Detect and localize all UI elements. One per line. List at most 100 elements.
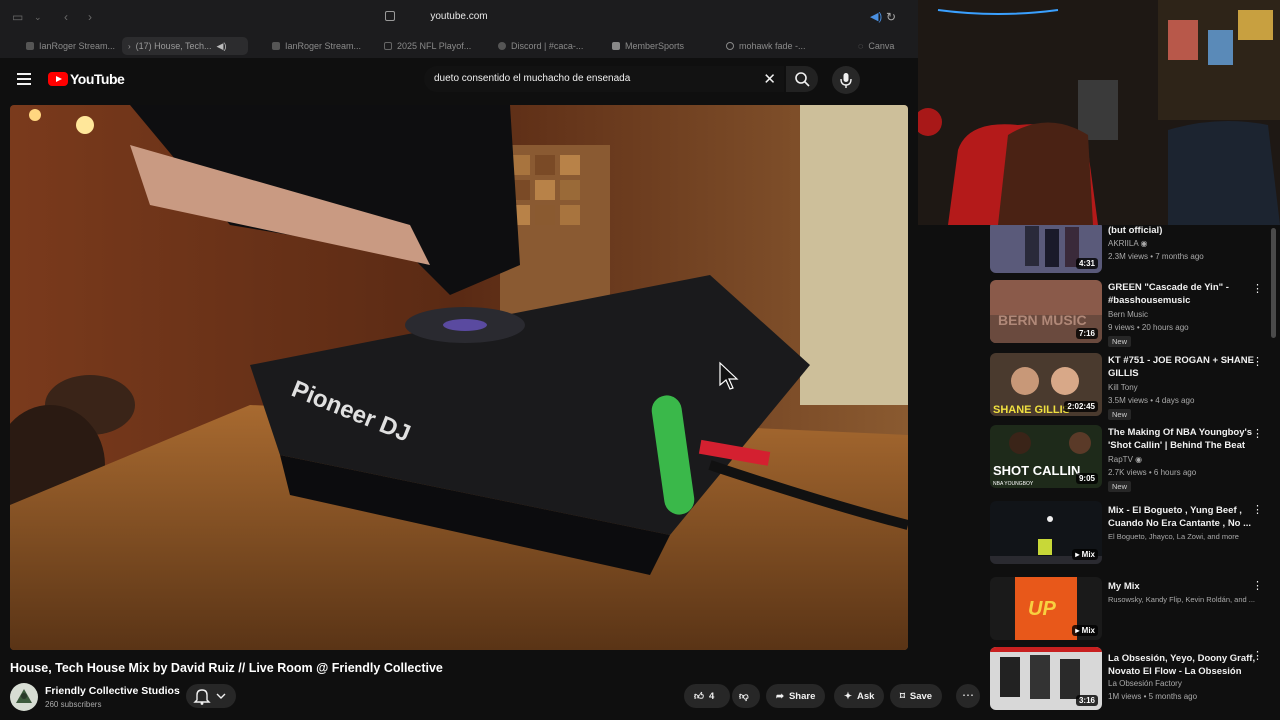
tab-mohawk[interactable]: mohawk fade -... <box>720 37 820 55</box>
tab-ianroger-1[interactable]: IanRoger Stream... <box>20 37 116 55</box>
recommendation-channel[interactable]: RapTV ◉ <box>1108 455 1258 464</box>
recommendation-channel[interactable]: AKRIILA ◉ <box>1108 239 1258 248</box>
tab-house-tech[interactable]: › (17) House, Tech... ◀) <box>122 37 248 55</box>
recommendation-title[interactable]: KT #751 - JOE ROGAN + SHANE GILLIS <box>1108 354 1258 380</box>
search-icon <box>795 72 810 87</box>
recommendation-item[interactable]: 3:16 La Obsesión, Yeyo, Doony Graff, Nov… <box>990 647 1275 713</box>
youtube-header: YouTube dueto consentido el muchacho de … <box>0 58 918 102</box>
back-arrow-icon[interactable]: ‹ <box>64 10 68 24</box>
tab-label: 2025 NFL Playof... <box>397 41 472 51</box>
recommendation-channel[interactable]: El Bogueto, Jhayco, La Zowi, and more <box>1108 532 1258 541</box>
recommendation-item[interactable]: ▸ Mix Mix - El Bogueto , Yung Beef , Cua… <box>990 501 1275 571</box>
tab-nfl[interactable]: 2025 NFL Playof... <box>378 37 478 55</box>
recommendation-title[interactable]: Mix - El Bogueto , Yung Beef , Cuando No… <box>1108 504 1258 530</box>
kick-favicon-icon <box>26 42 34 50</box>
recommendation-title[interactable]: (but official) <box>1108 225 1258 237</box>
verified-icon: ◉ <box>1135 455 1143 464</box>
youtube-logo-icon[interactable] <box>48 72 68 86</box>
channel-logo-icon <box>16 689 32 703</box>
search-query[interactable]: dueto consentido el muchacho de ensenada <box>434 73 630 84</box>
menu-icon[interactable] <box>17 73 31 85</box>
chevron-down-icon[interactable]: ⌄ <box>34 12 42 23</box>
recommendation-item[interactable]: SHOT CALLIN NBA YOUNGBOY 9:05 The Making … <box>990 425 1275 495</box>
video-duration: 7:16 <box>1075 328 1098 339</box>
recommendation-meta: 1M views • 5 months ago <box>1108 692 1198 701</box>
recommendation-item[interactable]: UP ▸ Mix My Mix Rusowsky, Kandy Flip, Ke… <box>990 577 1275 643</box>
video-thumbnail[interactable]: SHOT CALLIN NBA YOUNGBOY 9:05 <box>990 425 1102 488</box>
more-options-icon[interactable]: ⋮ <box>1252 503 1263 516</box>
recommendation-title[interactable]: The Making Of NBA Youngboy's 'Shot Calli… <box>1108 426 1258 452</box>
dislike-button[interactable]: 👎︎ <box>732 684 760 708</box>
tab-canva[interactable]: ◌ Canva <box>852 37 916 55</box>
video-thumbnail[interactable]: BERN MUSIC 7:16 <box>990 280 1102 343</box>
recommendation-item[interactable]: SHANE GILLIS 2:02:45 KT #751 - JOE ROGAN… <box>990 353 1275 423</box>
video-thumbnail[interactable]: ▸ Mix <box>990 501 1102 564</box>
tab-bar: IanRoger Stream... › (17) House, Tech...… <box>0 34 918 58</box>
webcam-overlay <box>918 0 1280 225</box>
tab-label: IanRoger Stream... <box>39 41 116 51</box>
recommendation-item[interactable]: BERN MUSIC 7:16 GREEN "Cascade de Yin" -… <box>990 280 1275 350</box>
recommendation-title[interactable]: La Obsesión, Yeyo, Doony Graff, Novato E… <box>1108 652 1258 678</box>
thumbs-down-icon: 👎︎ <box>739 691 749 702</box>
video-player[interactable]: Pioneer DJ <box>10 105 908 650</box>
ask-label: Ask <box>856 690 875 702</box>
more-options-icon[interactable]: ⋮ <box>1252 427 1263 440</box>
video-thumbnail[interactable]: 4:31 <box>990 225 1102 273</box>
forward-arrow-icon[interactable]: › <box>88 10 92 24</box>
verified-icon: ◉ <box>1140 239 1148 248</box>
more-options-icon[interactable]: ⋮ <box>1252 355 1263 368</box>
video-thumbnail[interactable]: SHANE GILLIS 2:02:45 <box>990 353 1102 416</box>
share-button[interactable]: ➦ Share <box>766 684 826 708</box>
address-bar[interactable]: youtube.com <box>0 11 918 22</box>
tab-membersports[interactable]: MemberSports <box>606 37 706 55</box>
recommendation-channel[interactable]: Bern Music <box>1108 310 1258 319</box>
recommendation-title[interactable]: My Mix <box>1108 580 1258 593</box>
video-duration: ▸ Mix <box>1072 549 1098 560</box>
more-actions-button[interactable]: ⋯ <box>956 684 980 708</box>
more-options-icon[interactable]: ⋮ <box>1252 579 1263 592</box>
tab-ianroger-2[interactable]: IanRoger Stream... <box>266 37 362 55</box>
play-favicon-icon: › <box>128 41 131 51</box>
browser-toolbar: ▭ ⌄ ‹ › youtube.com ◀) ↻ <box>0 0 918 34</box>
search-input[interactable]: dueto consentido el muchacho de ensenada… <box>424 66 784 92</box>
channel-avatar[interactable] <box>10 683 38 711</box>
close-icon[interactable]: ✕ <box>763 70 776 88</box>
notification-bell-button[interactable] <box>186 684 236 708</box>
ask-button[interactable]: ✦ Ask <box>834 684 885 708</box>
voice-search-button[interactable] <box>832 66 860 94</box>
speaker-icon[interactable]: ◀) <box>870 10 882 23</box>
youtube-logo-text[interactable]: YouTube <box>70 71 125 87</box>
save-button[interactable]: ⌑ Save <box>890 684 943 708</box>
video-thumbnail[interactable]: 3:16 <box>990 647 1102 710</box>
video-frame: Pioneer DJ <box>10 105 908 650</box>
page-favicon-icon <box>384 42 392 50</box>
video-duration: ▸ Mix <box>1072 625 1098 636</box>
like-count: 4 <box>708 690 715 702</box>
more-options-icon[interactable]: ⋮ <box>1252 649 1263 662</box>
like-button[interactable]: 👍︎ 4 <box>684 684 730 708</box>
recommendation-channel[interactable]: Kill Tony <box>1108 383 1258 392</box>
recommendation-channel[interactable]: La Obsesión Factory <box>1108 679 1258 688</box>
tab-discord[interactable]: Discord | #caca-... <box>492 37 592 55</box>
thumbs-up-icon: 👍︎ <box>694 691 704 702</box>
recommendation-channel[interactable]: Rusowsky, Kandy Flip, Kevin Roldán, and … <box>1108 595 1258 604</box>
recommendation-title[interactable]: GREEN "Cascade de Yin" - #basshousemusic <box>1108 281 1258 307</box>
tab-label: IanRoger Stream... <box>285 41 362 51</box>
channel-name[interactable]: Friendly Collective Studios <box>45 685 180 697</box>
page-settings-icon[interactable] <box>385 11 395 21</box>
recommendation-meta: 2.7K views • 6 hours ago <box>1108 468 1197 477</box>
more-options-icon[interactable]: ⋮ <box>1252 282 1263 295</box>
tab-audio-icon[interactable]: ◀) <box>217 41 227 52</box>
subscriber-count: 260 subscribers <box>45 700 102 709</box>
microphone-icon <box>840 73 852 88</box>
recommendation-item[interactable]: 4:31 (but official) AKRIILA ◉ 2.3M views… <box>990 225 1275 275</box>
membersports-favicon-icon <box>612 42 620 50</box>
reload-icon[interactable]: ↻ <box>886 10 896 24</box>
search-button[interactable] <box>786 66 818 92</box>
video-thumbnail[interactable]: UP ▸ Mix <box>990 577 1102 640</box>
tab-label: Discord | #caca-... <box>511 41 584 51</box>
video-duration: 4:31 <box>1075 258 1098 269</box>
sidebar-toggle-icon[interactable]: ▭ <box>12 10 23 24</box>
sidebar-scrollbar[interactable] <box>1271 228 1276 338</box>
video-duration: 9:05 <box>1075 473 1098 484</box>
